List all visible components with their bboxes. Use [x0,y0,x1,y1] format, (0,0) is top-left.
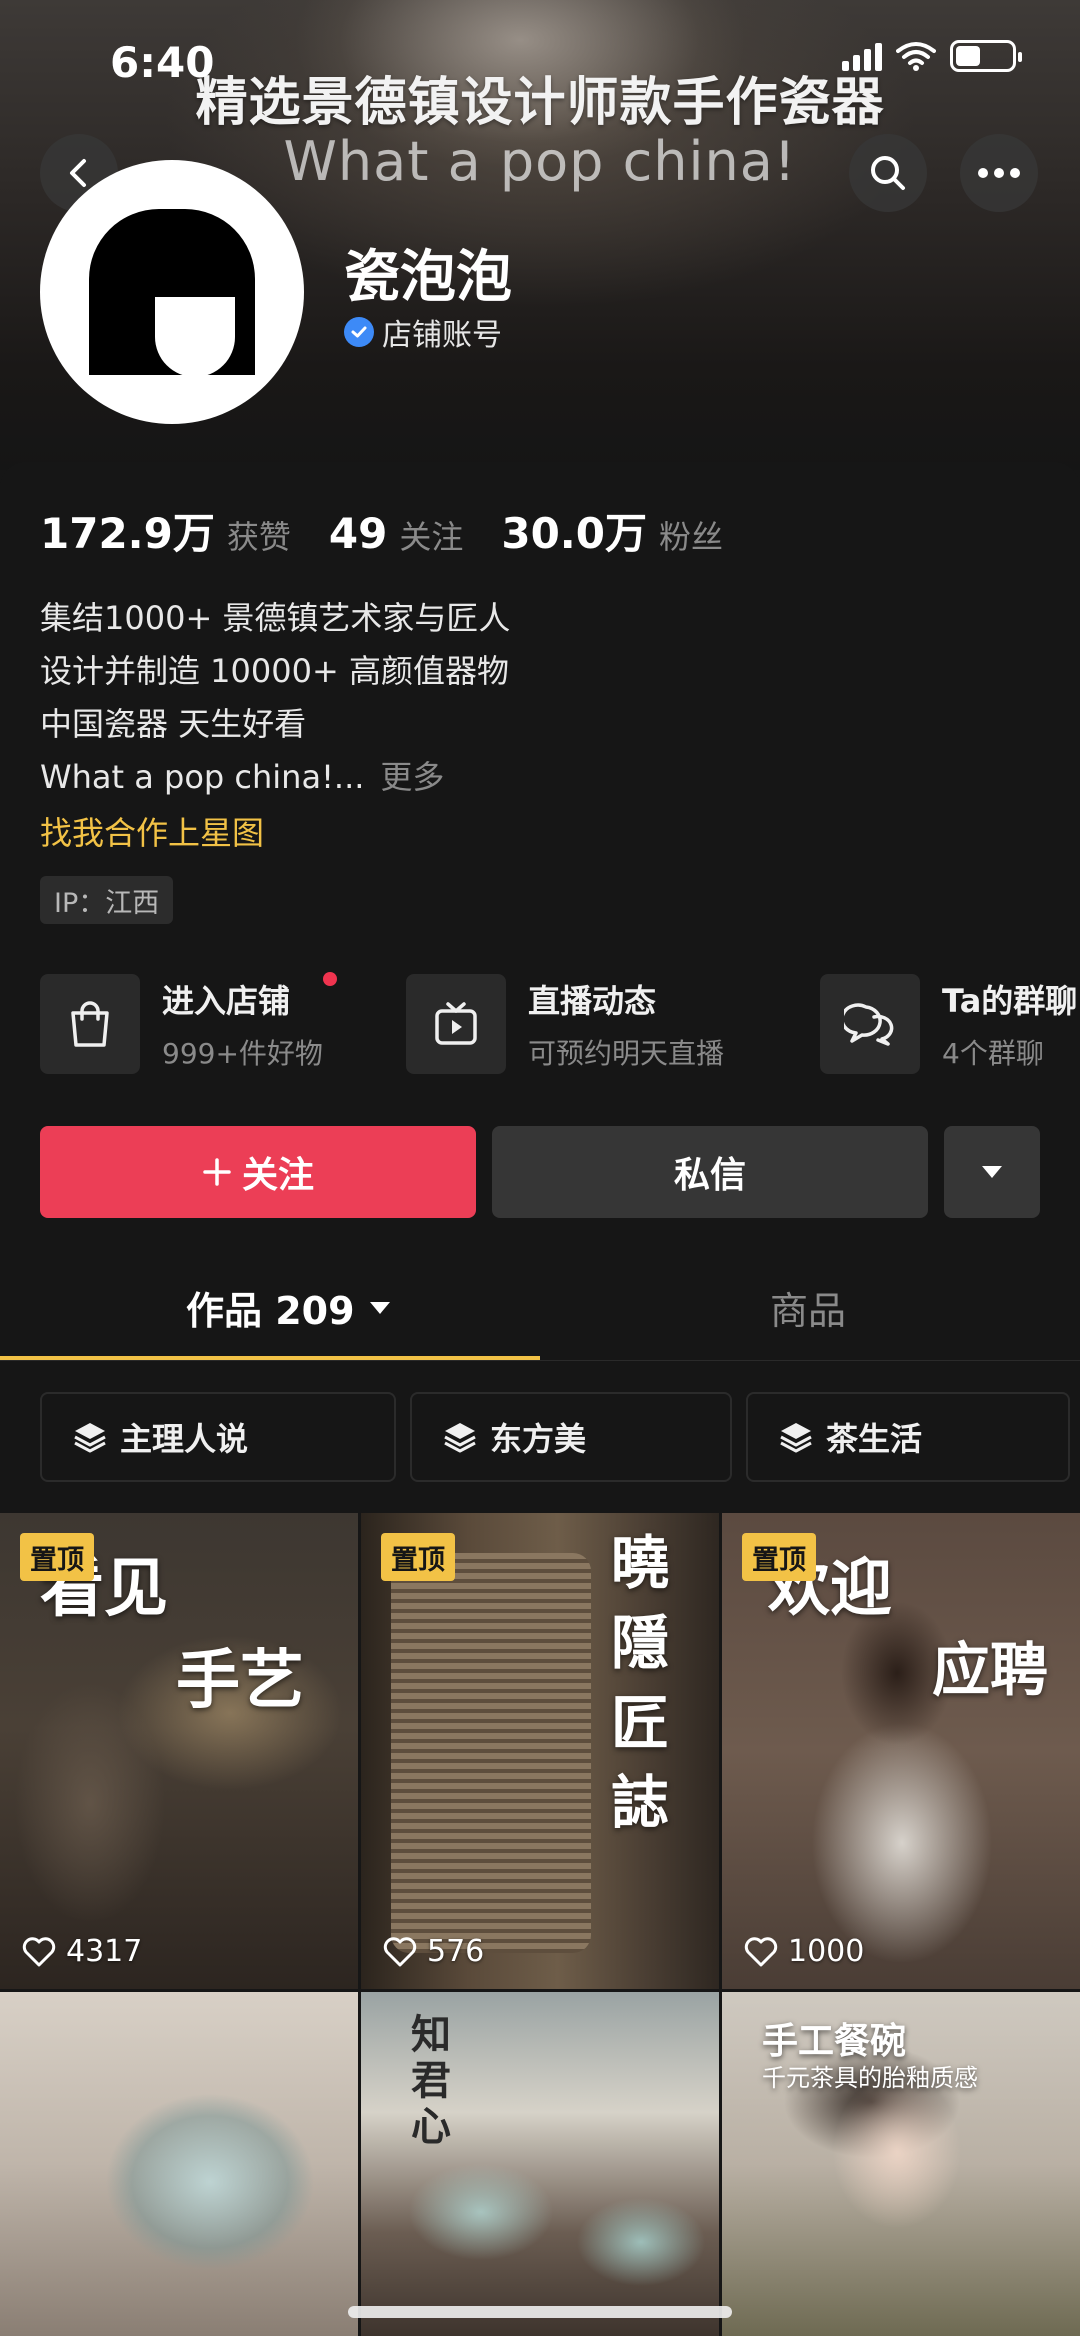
stat-followers[interactable]: 30.0万 粉丝 [501,500,723,561]
caret-down-icon [369,1301,390,1314]
layers-icon [74,1423,106,1453]
video-tile[interactable] [0,1992,358,2336]
like-count: 576 [383,1934,484,1969]
home-indicator[interactable] [348,2306,732,2318]
wifi-icon [896,42,936,71]
shopping-bag-icon [40,974,140,1074]
entry-subtitle: 999+件好物 [162,1037,323,1070]
plus-icon [203,1158,231,1186]
signal-icon [842,41,882,71]
collection-label: 主理人说 [120,1420,249,1458]
avatar[interactable] [40,160,304,424]
pinned-badge: 置顶 [742,1533,816,1581]
collection-chip[interactable]: 主理人说 [40,1392,396,1482]
collab-link[interactable]: 找我合作上星图 [40,808,264,854]
video-overlay-text: 知 君 心 [411,2011,451,2150]
pinned-badge: 置顶 [381,1533,455,1581]
video-overlay-text: 曉 隱 匠 誌 [611,1529,670,1837]
pinned-badge: 置顶 [20,1533,94,1581]
profile-name: 瓷泡泡 [344,245,512,310]
profile-bio[interactable]: 集结1000+ 景德镇艺术家与匠人 设计并制造 10000+ 高颜值器物 中国瓷… [40,592,510,804]
collection-label: 茶生活 [826,1420,923,1458]
video-overlay-text: 手工餐碗 [762,2020,907,2062]
entry-group-chat[interactable]: Ta的群聊 4个群聊 [820,973,1077,1075]
stat-label: 获赞 [226,518,291,556]
entry-title: 进入店铺 [162,972,337,1022]
divider [0,1360,1080,1361]
heart-icon [383,1936,417,1966]
collection-chip[interactable]: 东方美 [410,1392,732,1482]
heart-icon [744,1936,778,1966]
like-count: 4317 [22,1934,142,1969]
tab-goods-label: 商品 [770,1289,847,1333]
notification-dot [322,972,337,986]
like-count-value: 576 [427,1934,485,1969]
video-tile[interactable]: 手工餐碗 千元茶具的胎釉质感 [722,1992,1080,2336]
more-dots-icon [978,168,1020,178]
stat-label: 关注 [399,518,464,556]
account-type-label: 店铺账号 [382,318,502,353]
entry-shop[interactable]: 进入店铺 999+件好物 [40,972,337,1075]
entry-subtitle: 可预约明天直播 [528,1037,725,1070]
like-count: 1000 [744,1934,864,1969]
like-count-value: 4317 [66,1934,143,1969]
video-tile[interactable]: 知 君 心 [361,1992,719,2336]
group-chat-icon [820,974,920,1074]
message-button[interactable]: 私信 [492,1126,928,1218]
video-tile[interactable]: 欢迎 应聘 置顶 1000 [722,1513,1080,1989]
message-label: 私信 [673,1155,746,1196]
verified-badge-icon [344,317,374,347]
entry-title: 直播动态 [528,982,657,1020]
entry-subtitle: 4个群聊 [942,1037,1044,1070]
stat-label: 粉丝 [658,518,723,556]
stat-value: 30.0万 [501,509,647,558]
collection-label: 东方美 [490,1420,587,1458]
status-icons [842,40,1022,72]
book-image [391,1553,591,1953]
layers-icon [444,1423,476,1453]
tab-goods[interactable]: 商品 [770,1280,846,1335]
profile-stats: 172.9万 获赞 49 关注 30.0万 粉丝 [40,500,761,561]
more-options-button[interactable] [944,1126,1040,1218]
bio-line: 中国瓷器 天生好看 [40,705,307,743]
status-time: 6:40 [110,38,215,87]
more-button[interactable] [960,134,1038,212]
caret-down-icon [982,1166,1002,1178]
tab-works[interactable]: 作品 209 [186,1280,391,1335]
heart-icon [22,1936,56,1966]
stat-value: 172.9万 [40,509,215,558]
video-tile[interactable]: 看见 手艺 置顶 4317 [0,1513,358,1989]
stat-likes[interactable]: 172.9万 获赞 [40,500,291,561]
search-button[interactable] [849,134,927,212]
video-overlay-text: 手艺 [176,1643,304,1718]
search-icon [871,156,905,190]
video-overlay-text: 千元茶具的胎釉质感 [762,2064,978,2092]
bio-line: What a pop china!... [40,758,365,796]
brand-logo-icon [89,209,255,375]
like-count-value: 1000 [788,1934,865,1969]
ip-location-badge: IP：江西 [40,876,174,924]
follow-button[interactable]: 关注 [40,1126,476,1218]
tab-works-label: 作品 209 [186,1289,355,1333]
battery-icon [950,40,1022,72]
layers-icon [780,1423,812,1453]
follow-label: 关注 [241,1155,314,1196]
bio-more-link[interactable]: 更多 [380,758,444,796]
live-tv-icon [406,974,506,1074]
stat-value: 49 [328,509,388,558]
entry-live[interactable]: 直播动态 可预约明天直播 [406,973,724,1075]
collection-chip[interactable]: 茶生活 [746,1392,1070,1482]
bio-line: 设计并制造 10000+ 高颜值器物 [40,652,509,690]
stat-following[interactable]: 49 关注 [329,509,463,558]
bio-line-last: What a pop china!... 更多 [40,751,510,804]
video-overlay-text: 应聘 [932,1636,1049,1704]
entry-title: Ta的群聊 [942,982,1078,1020]
video-tile[interactable]: 曉 隱 匠 誌 置顶 576 [361,1513,719,1989]
account-type: 店铺账号 [344,310,502,354]
bio-line: 集结1000+ 景德镇艺术家与匠人 [40,599,511,637]
